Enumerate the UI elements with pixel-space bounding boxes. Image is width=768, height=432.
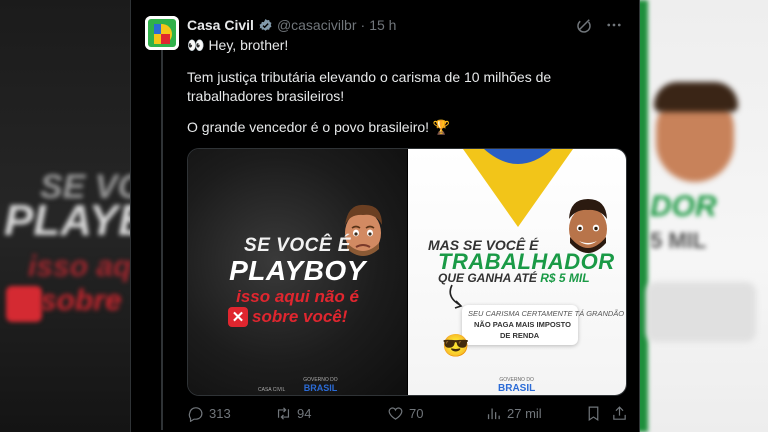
bg-right-ribbon [640,0,648,432]
blurred-background-left: SE VO PLAYBO isso aqu sobre [0,0,130,432]
bg-left-x-box [6,286,42,322]
left-headline-2: PLAYBOY [229,255,366,286]
verified-badge-icon [259,18,272,31]
sunglasses-emoji-icon: 😎 [442,333,470,358]
eyes-emoji-icon: 👀 [187,37,205,53]
retweet-button[interactable]: 94 [275,405,311,422]
thread-line [161,44,163,430]
header-actions [575,16,623,34]
left-footer-logos: CASA CIVIL GOVERNO DO BRASIL [258,377,338,393]
reply-button[interactable]: 313 [187,405,231,422]
reply-count: 313 [209,405,231,421]
bg-left-text-4: sobre [40,284,122,317]
tweet-media[interactable]: SE VOCÊ É PLAYBOY isso aqui não é ✕ sobr… [187,148,627,396]
author-name[interactable]: Casa Civil [187,17,254,33]
callout-line-1: SEU CARISMA CERTAMENTE TÁ GRANDÃO PORQUE… [468,309,626,318]
callout-box: SEU CARISMA CERTAMENTE TÁ GRANDÃO PORQUE… [462,305,626,345]
left-subline-2-text: sobre você! [252,307,348,326]
retweet-count: 94 [297,405,312,421]
tweet-paragraph-3: O grande vencedor é o povo brasileiro! 🏆 [187,119,451,135]
share-button[interactable] [611,405,628,422]
bg-right-pill [646,282,756,342]
blurred-background-right: DOR 5 MIL [640,0,768,432]
like-button[interactable]: 70 [387,405,423,422]
tweet-line-1: 👀 Hey, brother! [187,36,288,55]
bg-right-text-2: 5 MIL [650,228,707,253]
brasil-footer-logo: BRASIL [303,383,338,393]
heart-icon [388,407,403,420]
views-chart-icon [487,408,500,419]
tweet-card: Casa Civil @casacivilbr · 15 h 👀 Hey, bro… [130,0,640,432]
bg-right-hair [654,82,738,112]
media-image-left[interactable]: SE VOCÊ É PLAYBOY isso aqui não é ✕ sobr… [188,149,407,395]
views-count: 27 mil [507,405,542,421]
views-button[interactable]: 27 mil [485,405,542,422]
tweet-time[interactable]: 15 h [369,17,396,33]
bg-right-text-1: DOR [650,190,717,223]
left-subline-1: isso aqui não é [236,287,359,306]
bookmark-button[interactable] [585,405,602,422]
more-options-icon[interactable] [605,16,623,34]
left-subline-2: ✕ sobre você! [228,307,347,327]
tweet-paragraph-2: Tem justiça tributária elevando o carism… [187,69,552,104]
bg-left-text-2: PLAYBO [4,196,130,245]
like-count: 70 [409,405,424,421]
right-headline-3b: R$ 5 MIL [540,271,590,285]
tweet-line-1-text: Hey, brother! [208,37,289,53]
reply-icon [188,406,203,422]
callout-line-3: DE RENDA [500,331,540,340]
tweet-header: Casa Civil @casacivilbr · 15 h [187,16,396,34]
tweet-actions: 313 94 70 27 mil [187,402,627,424]
casa-civil-footer: CASA CIVIL [258,387,286,393]
callout-line-2: NÃO PAGA MAIS IMPOSTO [474,320,571,329]
grok-icon[interactable] [575,16,593,34]
share-icon [613,405,626,420]
casa-civil-logo-icon [145,16,179,50]
retweet-icon [277,406,290,420]
left-headline-1: SE VOCÊ É [244,235,351,256]
avatar[interactable] [145,16,179,50]
bookmark-icon [588,406,599,421]
x-mark-icon: ✕ [228,307,248,327]
bg-left-text-3: isso aqu [28,250,130,283]
separator-dot: · [360,17,366,33]
right-footer-logo: GOVERNO DO BRASIL [498,377,535,394]
author-handle[interactable]: @casacivilbr [277,17,357,33]
media-image-right[interactable]: MAS SE VOCÊ É TRABALHADOR QUE GANHA ATÉ … [408,149,626,395]
brasil-footer-logo-right: BRASIL [498,383,536,394]
